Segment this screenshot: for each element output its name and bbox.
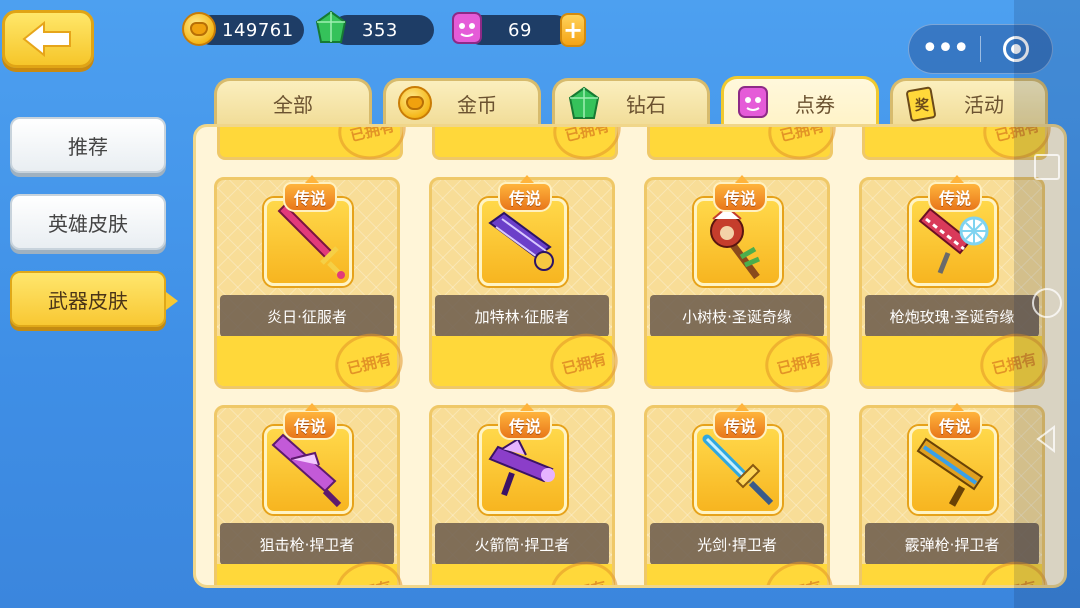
sidebar-item-recommended[interactable]: 推荐 [10, 117, 166, 173]
sword-icon [277, 203, 345, 279]
tab-gem[interactable]: 钻石 [552, 78, 710, 126]
tab-label: 全部 [273, 93, 313, 117]
gem-icon [314, 10, 350, 46]
coin-icon [182, 12, 218, 48]
weapon-skin-card[interactable]: 传说 炎日·征服者 已拥有 [214, 175, 410, 400]
sidebar-item-label: 推荐 [68, 134, 108, 159]
legendary-badge: 传说 [928, 175, 982, 212]
card-footer: 已拥有 [432, 326, 625, 400]
legendary-badge: 传说 [283, 403, 337, 440]
legendary-badge: 传说 [498, 175, 552, 212]
gem-icon [567, 86, 601, 120]
recent-apps-icon[interactable] [1034, 154, 1060, 180]
coin-icon [398, 86, 432, 120]
legendary-badge: 传说 [713, 175, 767, 212]
rocket-launcher-icon [488, 437, 555, 497]
tab-voucher[interactable]: 点券 [721, 76, 879, 128]
gatling-gun-icon [488, 211, 554, 271]
item-grid-panel[interactable]: 已拥有 已拥有 已拥有 已拥有 传说 炎日·征服者 已拥有 传说 加特林·征服者… [193, 124, 1067, 588]
list-item-partial[interactable]: 已拥有 [432, 127, 628, 167]
tab-coin[interactable]: 金币 [383, 78, 541, 126]
sidebar-item-weapon-skins[interactable]: 武器皮肤 [10, 271, 178, 327]
voucher-icon [736, 84, 770, 118]
weapon-skin-card[interactable]: 传说 火箭筒·捍卫者 已拥有 [429, 403, 625, 585]
tab-label: 活动 [964, 93, 1004, 117]
list-item-partial[interactable]: 已拥有 [647, 127, 843, 167]
voucher-amount: 69 [508, 19, 532, 41]
card-footer: 已拥有 [647, 326, 840, 400]
system-nav-bar [1014, 0, 1080, 608]
weapon-skin-card[interactable]: 传说 加特林·征服者 已拥有 [429, 175, 625, 400]
shotgun-icon [916, 437, 984, 507]
plus-icon: + [562, 16, 584, 44]
sidebar-item-label: 武器皮肤 [48, 288, 128, 313]
lightsaber-icon [702, 434, 774, 506]
legendary-badge: 传说 [928, 403, 982, 440]
legendary-badge: 传说 [713, 403, 767, 440]
weapon-skin-card[interactable]: 传说 狙击枪·捍卫者 已拥有 [214, 403, 410, 585]
item-name: 加特林·征服者 [435, 295, 609, 337]
coin-amount: 149761 [222, 19, 294, 41]
owned-stamp: 已拥有 [761, 127, 843, 167]
owned-stamp: 已拥有 [328, 326, 410, 400]
item-name: 炎日·征服者 [220, 295, 394, 337]
gem-amount: 353 [362, 19, 398, 41]
sniper-rifle-icon [271, 433, 342, 508]
owned-stamp: 已拥有 [331, 127, 413, 167]
back-triangle-icon[interactable] [1032, 424, 1062, 454]
tab-all[interactable]: 全部 [214, 78, 372, 126]
item-name: 小树枝·圣诞奇缘 [650, 295, 824, 337]
tab-label: 点券 [795, 93, 835, 117]
voucher-icon [450, 10, 486, 46]
list-item-partial[interactable]: 已拥有 [217, 127, 413, 167]
arrow-left-icon [22, 21, 71, 57]
christmas-branch-icon [710, 205, 760, 280]
card-footer: 已拥有 [217, 326, 410, 400]
sidebar-item-hero-skins[interactable]: 英雄皮肤 [10, 194, 166, 250]
sidebar-item-label: 英雄皮肤 [48, 211, 128, 236]
legendary-badge: 传说 [283, 175, 337, 212]
item-name: 光剑·捍卫者 [650, 523, 824, 565]
card-footer: 已拥有 [217, 554, 410, 585]
weapon-skin-card[interactable]: 传说 光剑·捍卫者 已拥有 [644, 403, 840, 585]
home-icon[interactable] [1032, 288, 1062, 318]
legendary-badge: 传说 [498, 403, 552, 440]
item-name: 霰弹枪·捍卫者 [865, 523, 1039, 565]
weapon-skin-card[interactable]: 传说 小树枝·圣诞奇缘 已拥有 [644, 175, 840, 400]
item-name: 枪炮玫瑰·圣诞奇缘 [865, 295, 1039, 337]
owned-stamp: 已拥有 [546, 127, 628, 167]
card-footer: 已拥有 [647, 554, 840, 585]
tab-label: 金币 [457, 93, 497, 117]
more-options-icon[interactable]: ••• [909, 34, 980, 64]
back-button[interactable] [2, 10, 94, 68]
item-name: 火箭筒·捍卫者 [435, 523, 609, 565]
tab-label: 钻石 [626, 93, 666, 117]
add-currency-button[interactable]: + [560, 13, 586, 47]
owned-stamp: 已拥有 [543, 326, 625, 400]
item-name: 狙击枪·捍卫者 [220, 523, 394, 565]
owned-stamp: 已拥有 [758, 326, 840, 400]
card-footer: 已拥有 [432, 554, 625, 585]
event-icon-text: 奖 [915, 97, 930, 114]
event-ticket-icon: 奖 [905, 86, 939, 122]
rose-cannon-icon [918, 207, 989, 274]
